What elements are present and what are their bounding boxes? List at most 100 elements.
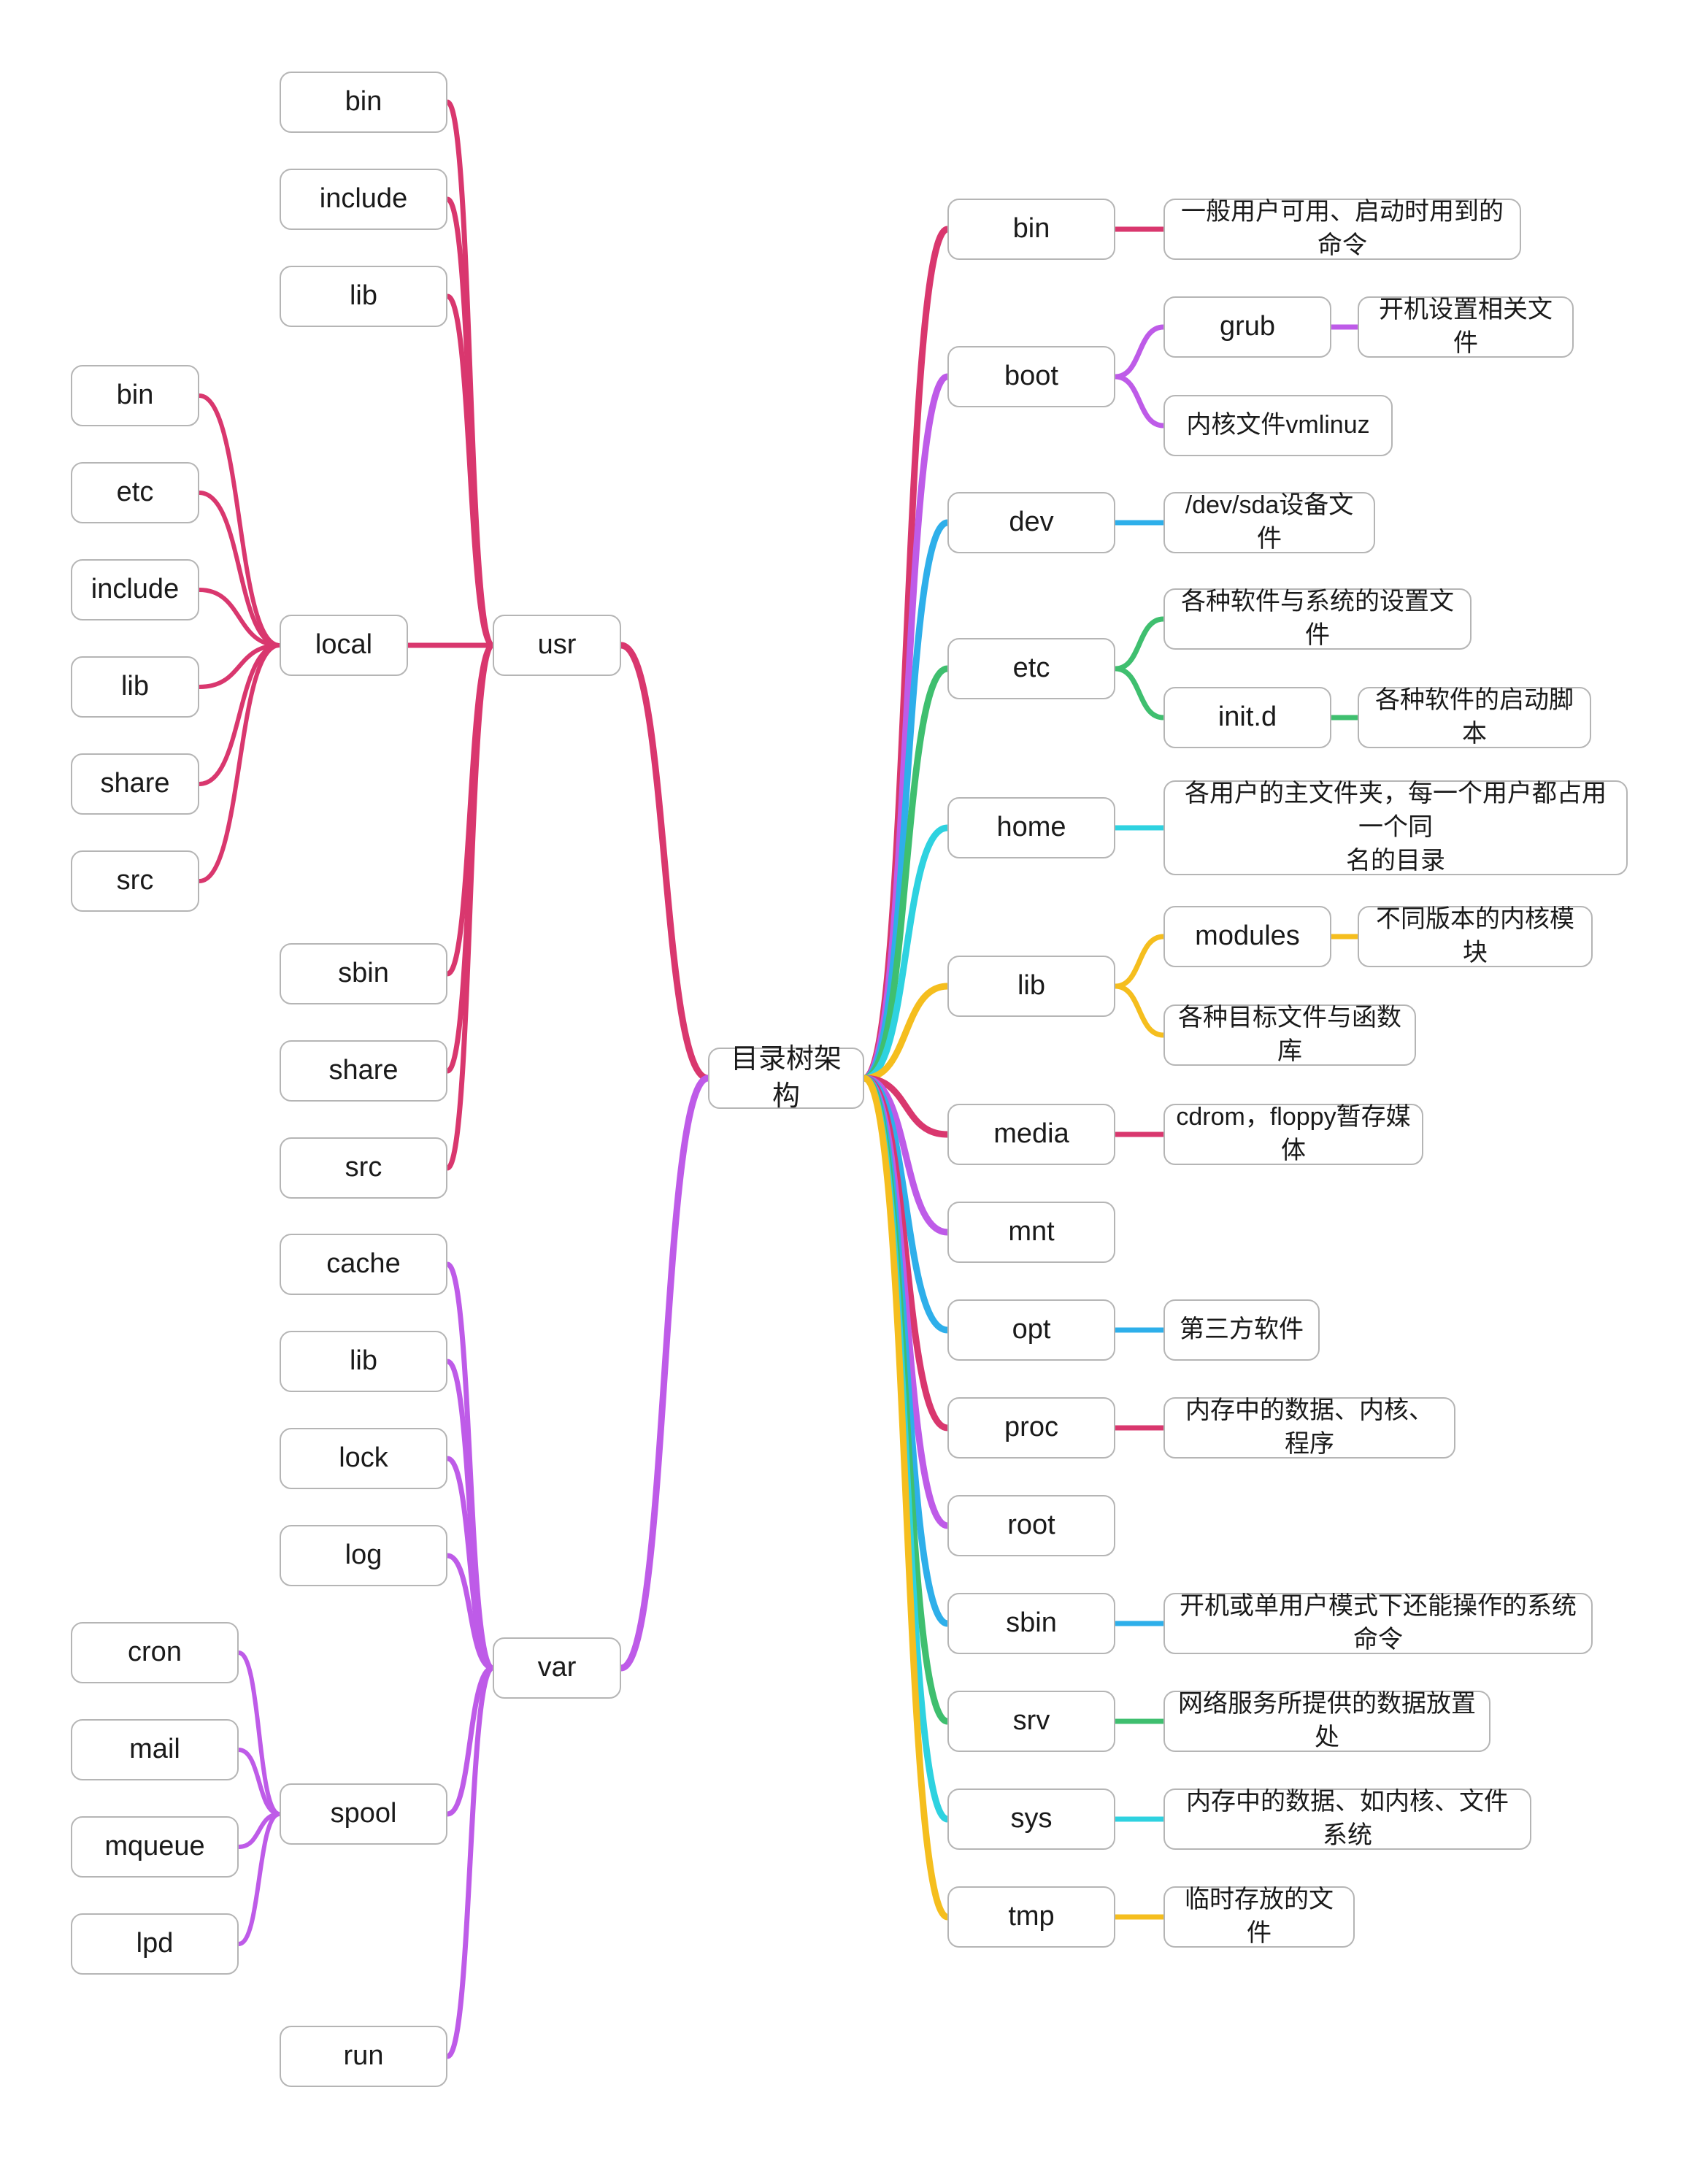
mindmap-node-usr_local[interactable]: local xyxy=(280,615,408,676)
mindmap-node-sys_d[interactable]: 内存中的数据、如内核、文件系统 xyxy=(1163,1788,1531,1850)
mindmap-node-opt[interactable]: opt xyxy=(947,1299,1115,1361)
mindmap-edge-root-to-opt xyxy=(861,1075,951,1334)
mindmap-node-ul_etc[interactable]: etc xyxy=(71,462,199,523)
mindmap-node-lib[interactable]: lib xyxy=(947,956,1115,1017)
mindmap-edge-root-to-etc xyxy=(861,665,951,1082)
mindmap-node-sp_cron[interactable]: cron xyxy=(71,1622,239,1683)
mindmap-node-home[interactable]: home xyxy=(947,797,1115,858)
mindmap-edge-v_spool-to-sp_mqueue xyxy=(236,1812,282,1849)
mindmap-edge-usr_local-to-ul_src xyxy=(197,643,282,883)
mindmap-edge-lib-to-lib_mod xyxy=(1112,934,1166,989)
mindmap-node-sp_mail[interactable]: mail xyxy=(71,1719,239,1780)
mindmap-edge-root-to-sbin xyxy=(861,1075,951,1627)
mindmap-node-var[interactable]: var xyxy=(493,1637,621,1699)
mindmap-node-ul_share[interactable]: share xyxy=(71,753,199,815)
mindmap-node-u_sbin[interactable]: sbin xyxy=(280,943,447,1004)
mindmap-node-tmp_d[interactable]: 临时存放的文件 xyxy=(1163,1886,1355,1948)
mindmap-edge-usr-to-u_include xyxy=(445,196,496,648)
mindmap-edge-var-to-v_run xyxy=(445,1665,496,2059)
mindmap-edge-etc-to-etc_initd xyxy=(1112,666,1166,721)
mindmap-node-u_share[interactable]: share xyxy=(280,1040,447,1102)
mindmap-edge-usr_local-to-ul_bin xyxy=(197,393,282,648)
mindmap-edge-boot-to-boot_grub xyxy=(1112,324,1166,380)
mindmap-edge-usr-to-u_lib xyxy=(445,293,496,648)
mindmap-node-v_run[interactable]: run xyxy=(280,2026,447,2087)
mindmap-edge-root-to-media xyxy=(861,1075,951,1138)
mindmap-edge-root-to-boot xyxy=(861,373,951,1082)
mindmap-node-proc[interactable]: proc xyxy=(947,1397,1115,1459)
mindmap-edge-root-to-tmp xyxy=(861,1075,951,1921)
mindmap-node-v_lib[interactable]: lib xyxy=(280,1331,447,1392)
mindmap-node-ul_include[interactable]: include xyxy=(71,559,199,620)
mindmap-node-root[interactable]: 目录树架构 xyxy=(708,1044,864,1112)
mindmap-node-etc[interactable]: etc xyxy=(947,638,1115,699)
mindmap-node-boot_vml[interactable]: 内核文件vmlinuz xyxy=(1163,395,1393,456)
mindmap-node-etc_initd_d[interactable]: 各种软件的启动脚本 xyxy=(1358,686,1591,748)
mindmap-node-mnt[interactable]: mnt xyxy=(947,1202,1115,1263)
mindmap-edge-root-to-mnt xyxy=(861,1075,951,1236)
mindmap-node-v_cache[interactable]: cache xyxy=(280,1234,447,1295)
mindmap-canvas: 目录树架构 usr local bin etc include lib share src bin… xyxy=(0,0,1708,2171)
mindmap-edge-var-to-v_cache xyxy=(445,1261,496,1671)
mindmap-node-proc_d[interactable]: 内存中的数据、内核、程序 xyxy=(1163,1396,1455,1459)
mindmap-node-srv_d[interactable]: 网络服务所提供的数据放置处 xyxy=(1163,1690,1490,1752)
mindmap-edge-usr-to-u_sbin xyxy=(445,642,496,977)
mindmap-edge-root-to-usr xyxy=(618,642,712,1082)
mindmap-node-etc_d[interactable]: 各种软件与系统的设置文件 xyxy=(1163,588,1472,650)
mindmap-node-u_bin[interactable]: bin xyxy=(280,72,447,133)
mindmap-edge-root-to-srv xyxy=(861,1075,951,1725)
mindmap-edge-v_spool-to-sp_mail xyxy=(236,1748,282,1816)
mindmap-node-media_d[interactable]: cdrom，floppy暂存媒体 xyxy=(1163,1103,1423,1165)
mindmap-node-bin_d[interactable]: 一般用户可用、启动时用到的命令 xyxy=(1163,198,1521,260)
mindmap-edge-usr_local-to-ul_lib xyxy=(197,643,282,689)
mindmap-edge-root-to-var xyxy=(618,1075,712,1672)
mindmap-node-ul_lib[interactable]: lib xyxy=(71,656,199,718)
mindmap-edge-var-to-v_lock xyxy=(445,1456,496,1671)
mindmap-edge-etc-to-etc_d xyxy=(1112,616,1166,672)
mindmap-edge-root-to-bin xyxy=(861,226,951,1082)
mindmap-node-bin[interactable]: bin xyxy=(947,199,1115,260)
mindmap-edge-usr_local-to-ul_etc xyxy=(197,491,282,648)
mindmap-node-ul_src[interactable]: src xyxy=(71,850,199,912)
mindmap-edge-v_spool-to-sp_cron xyxy=(236,1651,282,1816)
mindmap-node-v_lock[interactable]: lock xyxy=(280,1428,447,1489)
mindmap-node-lib_mod_d[interactable]: 不同版本的内核模块 xyxy=(1358,905,1593,967)
mindmap-edge-usr-to-u_src xyxy=(445,642,496,1171)
mindmap-edge-root-to-lib xyxy=(861,983,951,1082)
mindmap-node-sbin_d[interactable]: 开机或单用户模式下还能操作的系统命令 xyxy=(1163,1592,1593,1654)
mindmap-edge-usr-to-u_bin xyxy=(445,99,496,648)
mindmap-node-home_d[interactable]: 各用户的主文件夹，每一个用户都占用一个同 名的目录 xyxy=(1163,780,1628,875)
mindmap-node-etc_initd[interactable]: init.d xyxy=(1163,687,1331,748)
mindmap-edge-root-to-home xyxy=(861,824,951,1082)
mindmap-node-v_spool[interactable]: spool xyxy=(280,1783,447,1845)
mindmap-node-rootdir[interactable]: root xyxy=(947,1495,1115,1556)
mindmap-node-usr[interactable]: usr xyxy=(493,615,621,676)
mindmap-node-dev[interactable]: dev xyxy=(947,492,1115,553)
mindmap-node-v_log[interactable]: log xyxy=(280,1525,447,1586)
mindmap-node-boot[interactable]: boot xyxy=(947,346,1115,407)
mindmap-node-sbin[interactable]: sbin xyxy=(947,1593,1115,1654)
mindmap-node-tmp[interactable]: tmp xyxy=(947,1886,1115,1948)
mindmap-node-lib_mod[interactable]: modules xyxy=(1163,906,1331,967)
mindmap-node-sys[interactable]: sys xyxy=(947,1788,1115,1850)
mindmap-edge-root-to-rootdir xyxy=(861,1075,951,1529)
mindmap-edge-root-to-sys xyxy=(861,1075,951,1823)
mindmap-node-opt_d[interactable]: 第三方软件 xyxy=(1163,1299,1320,1361)
mindmap-node-ul_bin[interactable]: bin xyxy=(71,365,199,426)
mindmap-node-dev_d[interactable]: /dev/sda设备文件 xyxy=(1163,491,1375,553)
mindmap-node-media[interactable]: media xyxy=(947,1104,1115,1165)
mindmap-edge-usr-to-u_share xyxy=(445,642,496,1074)
mindmap-node-srv[interactable]: srv xyxy=(947,1691,1115,1752)
mindmap-node-u_include[interactable]: include xyxy=(280,169,447,230)
mindmap-node-boot_grub[interactable]: grub xyxy=(1163,296,1331,358)
mindmap-node-sp_mqueue[interactable]: mqueue xyxy=(71,1816,239,1878)
mindmap-node-sp_lpd[interactable]: lpd xyxy=(71,1913,239,1975)
mindmap-node-boot_grub_d[interactable]: 开机设置相关文件 xyxy=(1358,296,1574,358)
mindmap-edge-usr_local-to-ul_include xyxy=(197,588,282,648)
mindmap-edge-boot-to-boot_vml xyxy=(1112,374,1166,429)
mindmap-edge-usr_local-to-ul_share xyxy=(197,643,282,786)
mindmap-node-lib_d[interactable]: 各种目标文件与函数库 xyxy=(1163,1004,1416,1066)
mindmap-node-u_src[interactable]: src xyxy=(280,1137,447,1199)
mindmap-edge-v_spool-to-sp_lpd xyxy=(236,1812,282,1946)
mindmap-node-u_lib[interactable]: lib xyxy=(280,266,447,327)
